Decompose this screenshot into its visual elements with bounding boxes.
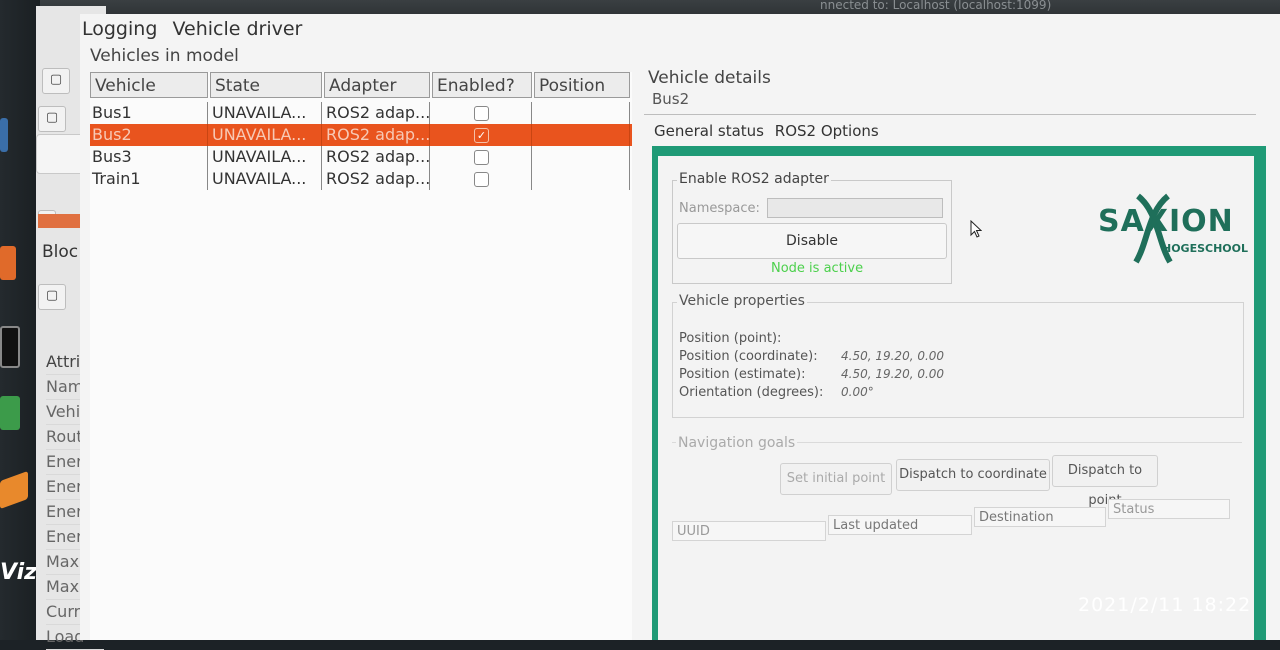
ros2-options-frame: Enable ROS2 adapter Namespace: Disable N… [652,146,1266,640]
dispatch-to-point-button[interactable]: Dispatch to point [1052,455,1158,508]
enabled-checkbox[interactable] [474,106,489,121]
vehicles-group-title: Vehicles in model [88,46,241,66]
column-header-adapter[interactable]: Adapter [324,72,430,98]
cell-enabled [432,168,532,190]
photo-timestamp: 2021/2/11 18:22 [1078,594,1252,616]
vehicles-table: Vehicle State Adapter Enabled? Position … [90,72,632,640]
cell-vehicle: Train1 [90,168,208,190]
ros2-options-panel: Enable ROS2 adapter Namespace: Disable N… [658,156,1254,640]
mouse-cursor-icon [970,220,982,238]
enabled-checkbox[interactable]: ✓ [474,128,489,143]
cell-state: UNAVAILA... [210,124,322,146]
namespace-label: Namespace: [679,201,760,216]
vehicle-details-title: Vehicle details [646,68,773,88]
menu-vehicle-driver[interactable]: Vehicle driver [172,18,302,40]
cell-vehicle: Bus2 [90,124,208,146]
column-header-vehicle[interactable]: Vehicle [90,72,208,98]
tab-general-status[interactable]: General status [654,122,764,140]
cell-position [534,102,630,124]
cell-state: UNAVAILA... [210,146,322,168]
cell-position [534,146,630,168]
vehicle-properties-title: Vehicle properties [677,293,807,309]
details-tabs: General status ROS2 Options [654,122,885,140]
cell-state: UNAVAILA... [210,168,322,190]
column-header-enabled[interactable]: Enabled? [432,72,532,98]
property-value: 4.50, 19.20, 0.00 [841,367,945,381]
menu-logging[interactable]: Logging [82,18,157,40]
table-row[interactable]: Bus2 UNAVAILA... ROS2 adap... ✓ [90,124,632,146]
bloc-label: Bloc [42,242,79,262]
set-initial-point-button[interactable]: Set initial point [780,463,892,495]
disable-button[interactable]: Disable [677,223,947,259]
dock-app-icon[interactable] [0,396,20,430]
enable-ros2-group: Enable ROS2 adapter Namespace: Disable N… [672,171,952,284]
cell-position [534,124,630,146]
enable-ros2-title: Enable ROS2 adapter [677,171,831,187]
sidebar-button[interactable]: ▢ [38,284,66,310]
cell-enabled [432,146,532,168]
logo-main-text: SAXION [1098,204,1234,239]
cell-adapter: ROS2 adap... [326,102,430,124]
column-header-uuid[interactable]: UUID [672,521,826,541]
property-label: Position (estimate): [679,367,806,382]
navigation-goals-title: Navigation goals [676,435,798,451]
cell-adapter: ROS2 adap... [326,146,430,168]
selected-vehicle-name: Bus2 [650,90,692,108]
dock-app-icon[interactable] [0,326,20,368]
app-dock: Viz [0,0,40,640]
sidebar-button[interactable]: ▢ [42,68,70,94]
property-label: Position (coordinate): [679,349,818,364]
namespace-input[interactable] [767,198,943,218]
vehicle-properties-group: Vehicle properties Position (point): Posi… [672,293,1244,418]
viz-icon[interactable]: Viz [0,560,37,585]
cell-adapter: ROS2 adap... [326,124,430,146]
dock-app-icon[interactable] [0,118,8,152]
column-header-status[interactable]: Status [1108,499,1230,519]
column-header-destination[interactable]: Destination [974,507,1106,527]
dock-app-icon[interactable] [0,246,16,280]
column-header-state[interactable]: State [210,72,322,98]
tab-ros2-options[interactable]: ROS2 Options [775,122,879,140]
enabled-checkbox[interactable] [474,172,489,187]
enabled-checkbox[interactable] [474,150,489,165]
table-row[interactable]: Bus1 UNAVAILA... ROS2 adap... [90,102,632,124]
property-value: 0.00° [841,385,874,399]
connection-title: nnected to: Localhost (localhost:1099) [820,0,1052,12]
table-row[interactable]: Bus3 UNAVAILA... ROS2 adap... [90,146,632,168]
table-header: Vehicle State Adapter Enabled? Position [90,72,632,100]
table-row[interactable]: Train1 UNAVAILA... ROS2 adap... [90,168,632,190]
cell-enabled: ✓ [432,124,532,146]
cell-position [534,168,630,190]
kernel-control-center-window: Logging Vehicle driver Vehicles in model… [80,14,1280,640]
cell-vehicle: Bus3 [90,146,208,168]
property-label: Position (point): [679,331,782,346]
logo-sub-text: HOGESCHOOL [1162,242,1249,255]
dispatch-to-coordinate-button[interactable]: Dispatch to coordinate [896,459,1050,491]
column-header-position[interactable]: Position [534,72,630,98]
saxion-logo: SAXION HOGESCHOOL [1090,192,1250,272]
cell-enabled [432,102,532,124]
cell-state: UNAVAILA... [210,102,322,124]
sidebar-button[interactable]: ▢ [38,106,66,132]
column-header-last-updated[interactable]: Last updated [828,515,972,535]
cell-adapter: ROS2 adap... [326,168,430,190]
menu-bar: Logging Vehicle driver [82,18,312,44]
property-value: 4.50, 19.20, 0.00 [841,349,945,363]
property-label: Orientation (degrees): [679,385,824,400]
dock-app-icon[interactable] [0,470,28,510]
cell-vehicle: Bus1 [90,102,208,124]
node-status-text: Node is active [771,261,864,276]
